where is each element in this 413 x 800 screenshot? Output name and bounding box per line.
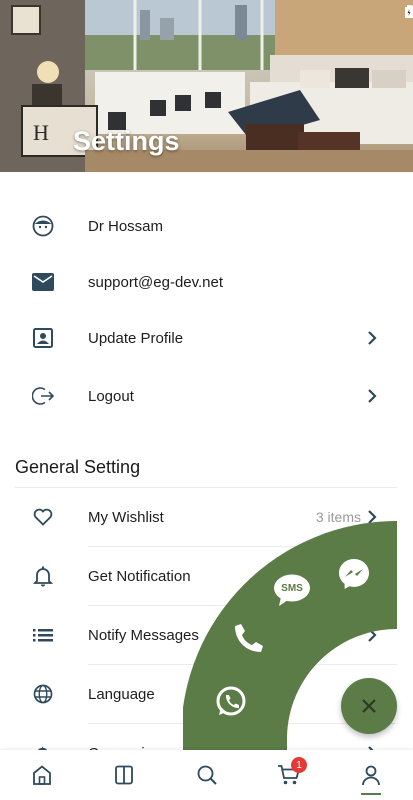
divider [15,487,397,488]
update-profile-label: Update Profile [88,329,184,347]
bedroom-photo: H [0,0,413,172]
wishlist-label: My Wishlist [88,508,164,526]
profile-name: Dr Hossam [88,217,164,235]
phone-icon [235,624,263,652]
globe-icon [31,682,55,706]
profile-email-row: support@eg-dev.net [0,254,413,310]
person-icon [362,765,380,786]
mail-icon [31,270,55,294]
messenger-icon [339,559,369,589]
bell-icon [31,564,55,588]
face-icon [31,214,55,238]
home-icon [33,765,51,785]
header-banner: H Settings [0,0,413,172]
sms-label: SMS [281,583,303,594]
update-profile-row[interactable]: Update Profile [0,310,413,366]
chevron-right-icon [368,331,377,345]
contact-menu-toggle-button[interactable] [341,678,397,734]
logout-icon [31,384,55,408]
profile-icon [31,326,55,350]
page-title: Settings [73,126,180,156]
section-title-general: General Setting [15,457,141,477]
search-icon [197,765,217,785]
heart-icon [31,505,55,529]
svg-text:H: H [33,120,49,145]
chevron-right-icon [368,389,377,403]
nav-home[interactable] [29,762,55,788]
nav-catalog[interactable] [111,762,137,788]
book-icon [115,765,133,785]
notification-label: Get Notification [88,567,191,585]
language-label: Language [88,685,155,703]
cart-count-badge: 1 [291,757,307,773]
logout-row[interactable]: Logout [0,368,413,424]
phone-button[interactable] [229,620,267,658]
nav-account[interactable] [358,762,384,788]
battery-icon [405,5,413,18]
whatsapp-button[interactable] [213,684,249,720]
messenger-button[interactable] [336,556,372,592]
close-icon [362,699,376,713]
logout-label: Logout [88,387,134,405]
list-icon [31,623,55,647]
sms-button[interactable]: SMS [273,573,311,607]
profile-email: support@eg-dev.net [88,273,224,291]
active-tab-indicator [361,793,381,795]
profile-name-row: Dr Hossam [0,198,413,254]
whatsapp-icon [216,686,246,716]
nav-search[interactable] [194,762,220,788]
